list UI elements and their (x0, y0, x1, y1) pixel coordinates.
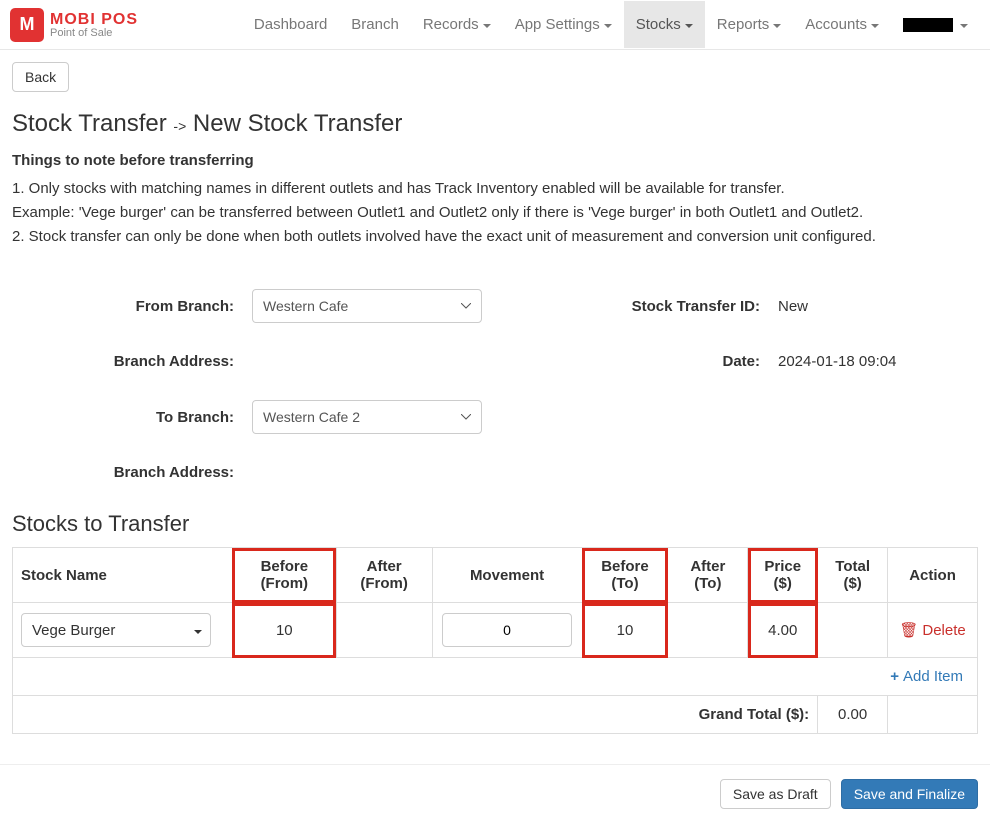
save-finalize-button[interactable]: Save and Finalize (841, 779, 978, 809)
trash-icon: 🗑 (899, 622, 918, 639)
breadcrumb-arrow-icon: -> (173, 118, 186, 134)
th-before-to: Before (To) (582, 548, 668, 603)
caret-down-icon (483, 24, 491, 28)
brand-logo-icon: M (10, 8, 44, 42)
grand-total-value: 0.00 (818, 696, 888, 734)
cell-after-to (668, 603, 748, 658)
notes-line: 2. Stock transfer can only be done when … (12, 225, 978, 249)
brand-name: MOBI POS (50, 11, 138, 29)
to-branch-label: To Branch: (12, 409, 252, 426)
back-button[interactable]: Back (12, 62, 69, 92)
delete-row-button[interactable]: 🗑Delete (899, 622, 965, 639)
nav-label: Branch (351, 16, 399, 33)
cell-after-from (336, 603, 432, 658)
transfer-id-label: Stock Transfer ID: (482, 298, 778, 315)
stock-name-value: Vege Burger (32, 622, 115, 639)
th-price: Price ($) (748, 548, 818, 603)
from-branch-select[interactable]: Western Cafe (252, 289, 482, 323)
nav-accounts[interactable]: Accounts (793, 1, 891, 48)
nav-app-settings[interactable]: App Settings (503, 1, 624, 48)
transfer-id-value: New (778, 298, 978, 315)
cell-price: 4.00 (748, 603, 818, 658)
date-label: Date: (482, 353, 778, 370)
footer-bar: Save as Draft Save and Finalize (0, 764, 990, 823)
breadcrumb-page: New Stock Transfer (193, 110, 402, 137)
nav-reports[interactable]: Reports (705, 1, 794, 48)
movement-input[interactable] (442, 613, 572, 647)
nav-label: Records (423, 16, 479, 33)
breadcrumb-root: Stock Transfer (12, 110, 167, 137)
th-after-to: After (To) (668, 548, 748, 603)
notes-line: Example: 'Vege burger' can be transferre… (12, 201, 978, 225)
th-total: Total ($) (818, 548, 888, 603)
nav-stocks[interactable]: Stocks (624, 1, 705, 48)
cell-before-to: 10 (582, 603, 668, 658)
th-after-from: After (From) (336, 548, 432, 603)
stock-table: Stock Name Before (From) After (From) Mo… (12, 547, 978, 734)
form-region: From Branch: Western Cafe Stock Transfer… (12, 289, 978, 481)
caret-down-icon (871, 24, 879, 28)
to-branch-select[interactable]: Western Cafe 2 (252, 400, 482, 434)
th-stock-name: Stock Name (13, 548, 233, 603)
brand-text: MOBI POS Point of Sale (50, 11, 138, 39)
plus-icon: + (890, 668, 899, 685)
section-heading: Stocks to Transfer (12, 511, 978, 537)
nav-user-menu[interactable] (891, 3, 980, 47)
nav-label: Accounts (805, 16, 867, 33)
cell-total (818, 603, 888, 658)
caret-down-icon (773, 24, 781, 28)
nav-branch[interactable]: Branch (339, 1, 411, 48)
user-name-redacted (903, 18, 953, 32)
nav-dashboard[interactable]: Dashboard (242, 1, 339, 48)
save-draft-button[interactable]: Save as Draft (720, 779, 831, 809)
stock-name-select[interactable]: Vege Burger (21, 613, 211, 647)
caret-down-icon (194, 630, 202, 634)
th-action: Action (888, 548, 978, 603)
table-row: Vege Burger 10 10 4.00 🗑Delete (13, 603, 978, 658)
to-branch-address-label: Branch Address: (12, 464, 252, 481)
notes-body: 1. Only stocks with matching names in di… (12, 177, 978, 249)
add-item-button[interactable]: +Add Item (890, 668, 963, 685)
caret-down-icon (604, 24, 612, 28)
from-branch-label: From Branch: (12, 298, 252, 315)
notes-line: 1. Only stocks with matching names in di… (12, 177, 978, 201)
nav-links: Dashboard Branch Records App Settings St… (242, 1, 980, 48)
th-before-from: Before (From) (232, 548, 336, 603)
grand-total-label: Grand Total ($): (13, 696, 818, 734)
grand-total-row: Grand Total ($): 0.00 (13, 696, 978, 734)
th-movement: Movement (432, 548, 582, 603)
cell-before-from: 10 (232, 603, 336, 658)
nav-label: Stocks (636, 16, 681, 33)
date-value: 2024-01-18 09:04 (778, 353, 978, 370)
navbar: M MOBI POS Point of Sale Dashboard Branc… (0, 0, 990, 50)
add-item-row: +Add Item (13, 658, 978, 696)
nav-label: App Settings (515, 16, 600, 33)
nav-label: Dashboard (254, 16, 327, 33)
nav-records[interactable]: Records (411, 1, 503, 48)
page-title: Stock Transfer -> New Stock Transfer (12, 110, 978, 138)
notes-heading: Things to note before transferring (12, 152, 978, 169)
caret-down-icon (960, 24, 968, 28)
delete-label: Delete (922, 622, 965, 639)
brand[interactable]: M MOBI POS Point of Sale (10, 8, 138, 42)
caret-down-icon (685, 24, 693, 28)
from-branch-address-label: Branch Address: (12, 353, 252, 370)
add-item-label: Add Item (903, 668, 963, 685)
nav-label: Reports (717, 16, 770, 33)
